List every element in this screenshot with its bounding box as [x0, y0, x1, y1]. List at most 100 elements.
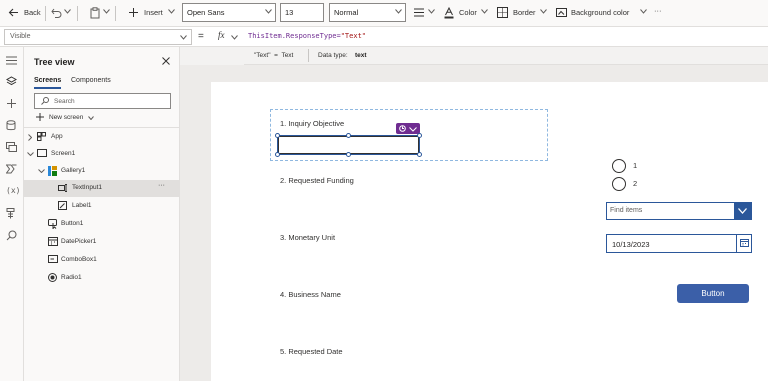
radio-option-label: 1 — [633, 161, 638, 170]
data-type-value: text — [355, 52, 367, 59]
tree-item-label: Button1 — [61, 220, 84, 227]
font-family-dropdown[interactable]: Open Sans — [182, 3, 276, 22]
layers-icon[interactable] — [6, 76, 17, 87]
resize-handle[interactable] — [346, 133, 351, 138]
property-dropdown[interactable]: Visible — [4, 29, 192, 45]
border-button[interactable]: Border — [513, 8, 536, 17]
back-arrow-icon[interactable] — [8, 7, 19, 18]
chevron-down-icon — [738, 208, 747, 214]
tree-item-combobox1[interactable]: ComboBox1 — [24, 252, 180, 269]
more-options-button[interactable]: ··· — [158, 182, 165, 189]
insert-plus-icon[interactable] — [6, 98, 17, 109]
chevron-down-icon[interactable] — [88, 116, 94, 120]
tools-icon[interactable] — [6, 208, 15, 219]
tree-item-button1[interactable]: Button1 — [24, 216, 180, 233]
date-picker[interactable]: 10/13/2023 — [606, 234, 752, 253]
gallery-icon — [48, 166, 57, 176]
button-label: Button — [701, 289, 725, 298]
formula-bar: Visible = fx ThisItem.ResponseType="Text… — [0, 27, 768, 47]
tree-item-app[interactable]: App — [24, 129, 180, 146]
search-icon — [41, 97, 49, 105]
chevron-down-icon[interactable] — [64, 9, 71, 14]
equals-sign: = — [198, 31, 204, 42]
combo-box-placeholder: Find items — [610, 207, 643, 214]
formula-result-hint: "Text" = Text Data type: text — [244, 47, 768, 65]
tree-item-label: App — [51, 133, 63, 140]
tree-item-label: DatePicker1 — [61, 238, 97, 245]
tab-components[interactable]: Components — [71, 77, 111, 84]
tree-item-screen1[interactable]: Screen1 — [24, 146, 180, 163]
align-icon[interactable] — [414, 8, 424, 17]
font-size-input[interactable]: 13 — [280, 3, 324, 22]
radio-option-1[interactable] — [612, 159, 626, 173]
combo-box-dropdown-button[interactable] — [734, 203, 751, 219]
chevron-down-icon — [265, 9, 272, 14]
tree-item-datepicker1[interactable]: DatePicker1 — [24, 234, 180, 251]
background-color-button[interactable]: Background color — [571, 8, 629, 17]
tree-item-label: ComboBox1 — [61, 256, 97, 263]
resize-handle[interactable] — [275, 133, 280, 138]
variables-icon[interactable]: (x) — [6, 186, 20, 195]
font-weight-dropdown[interactable]: Normal — [329, 3, 406, 22]
data-icon[interactable] — [6, 120, 16, 131]
resize-handle[interactable] — [346, 152, 351, 157]
tree-item-gallery1[interactable]: Gallery1 — [24, 163, 180, 180]
toolbar-divider — [77, 6, 78, 21]
hint-divider — [308, 49, 309, 62]
chevron-down-icon[interactable] — [231, 35, 238, 40]
color-button[interactable]: Color — [459, 8, 477, 17]
search-icon[interactable] — [6, 230, 17, 241]
calendar-button[interactable] — [736, 235, 751, 252]
tree-item-radio1[interactable]: Radio1 — [24, 270, 180, 287]
insert-button[interactable]: Insert — [144, 8, 163, 17]
datepicker-icon — [48, 237, 58, 246]
tree-item-label1[interactable]: Label1 — [24, 198, 180, 215]
font-family-value: Open Sans — [187, 8, 225, 17]
search-input[interactable]: Search — [34, 93, 171, 109]
tree-item-textinput1[interactable]: TextInput1 ··· — [24, 180, 180, 197]
chevron-down-icon[interactable] — [168, 9, 175, 14]
calendar-icon — [740, 239, 749, 247]
question-label-4: 4. Business Name — [280, 290, 341, 299]
background-color-icon[interactable] — [556, 7, 567, 18]
power-automate-icon[interactable] — [6, 164, 17, 174]
chevron-down-icon[interactable] — [428, 9, 435, 14]
combo-box[interactable]: Find items — [606, 202, 752, 220]
chevron-down-icon[interactable] — [27, 152, 34, 156]
chevron-right-icon[interactable] — [28, 134, 32, 141]
clipboard-icon[interactable] — [90, 7, 100, 19]
font-color-icon[interactable] — [444, 7, 454, 19]
button-1[interactable]: Button — [677, 284, 749, 303]
control-badge[interactable] — [396, 123, 420, 134]
hamburger-menu-icon[interactable] — [6, 56, 17, 65]
screen-icon — [37, 149, 47, 157]
undo-icon[interactable] — [51, 7, 62, 18]
new-screen-button[interactable]: New screen — [49, 114, 83, 121]
label-icon — [58, 201, 67, 210]
textinput-icon — [58, 184, 68, 192]
formula-input[interactable]: ThisItem.ResponseType="Text" — [248, 32, 366, 40]
plus-icon[interactable] — [128, 7, 139, 18]
resize-handle[interactable] — [417, 133, 422, 138]
chevron-down-icon[interactable] — [640, 9, 647, 14]
toolbar-divider — [115, 6, 116, 21]
fx-button[interactable]: fx — [218, 30, 225, 40]
resize-handle[interactable] — [275, 152, 280, 157]
chevron-down-icon[interactable] — [481, 9, 488, 14]
app-screen[interactable]: 1. Inquiry Objective 2. Requested Fundin… — [211, 82, 768, 381]
resize-handle[interactable] — [417, 152, 422, 157]
media-icon[interactable] — [6, 142, 17, 152]
more-options-button[interactable]: ··· — [654, 6, 662, 15]
close-icon[interactable] — [162, 57, 170, 65]
chevron-down-icon[interactable] — [540, 9, 547, 14]
chevron-down-icon[interactable] — [103, 9, 110, 14]
back-button[interactable]: Back — [24, 8, 41, 17]
chevron-down-icon — [180, 35, 187, 40]
formula-string-literal: "Text" — [340, 32, 367, 40]
radio-option-2[interactable] — [612, 177, 626, 191]
chevron-down-icon — [395, 9, 402, 14]
tab-screens[interactable]: Screens — [34, 77, 61, 84]
border-icon[interactable] — [497, 7, 508, 18]
chevron-down-icon[interactable] — [38, 169, 45, 173]
question-label-1: 1. Inquiry Objective — [280, 119, 345, 128]
